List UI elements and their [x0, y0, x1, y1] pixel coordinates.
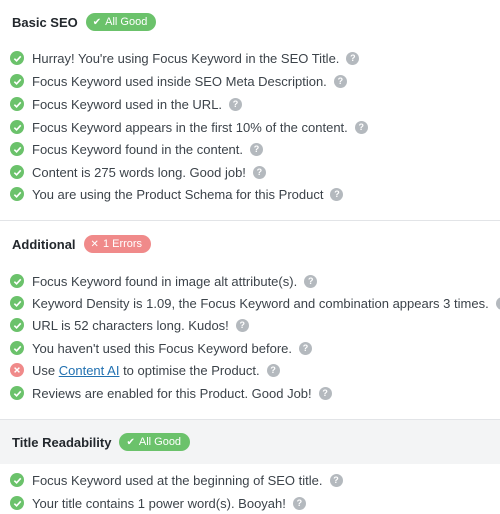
item-text: Focus Keyword found in image alt attribu… — [32, 273, 298, 289]
list-item: Focus Keyword used inside SEO Meta Descr… — [0, 70, 500, 92]
check-circle-icon — [10, 274, 24, 288]
check-icon: ✔ — [92, 16, 102, 28]
section-title: Additional — [12, 236, 76, 252]
question-mark-icon[interactable]: ? — [354, 120, 368, 134]
section-title: Title Readability — [12, 434, 112, 450]
badge-label: 1 Errors — [102, 238, 143, 250]
item-text: You are using the Product Schema for thi… — [32, 186, 324, 202]
badge-label: All Good — [105, 16, 148, 28]
check-circle-icon — [10, 386, 24, 400]
badge-label: All Good — [138, 436, 182, 448]
status-badge: ✕ 1 Errors — [83, 235, 152, 253]
check-circle-icon — [10, 97, 24, 111]
check-circle-icon — [10, 296, 24, 310]
item-text-before: Use — [32, 362, 59, 378]
item-text: Focus Keyword found in the content. — [32, 141, 244, 157]
section-header-additional[interactable]: Additional ✕ 1 Errors — [0, 222, 500, 266]
check-circle-icon — [10, 142, 24, 156]
question-mark-icon[interactable]: ? — [304, 274, 318, 288]
content-ai-link[interactable]: Content AI — [59, 363, 120, 378]
question-mark-icon[interactable]: ? — [266, 363, 280, 377]
divider — [0, 220, 500, 221]
item-text: Your title contains 1 power word(s). Boo… — [32, 495, 286, 511]
item-text: Reviews are enabled for this Product. Go… — [32, 385, 312, 401]
check-circle-icon — [10, 120, 24, 134]
question-mark-icon[interactable]: ? — [318, 386, 332, 400]
list-item: Focus Keyword appears in the first 10% o… — [0, 116, 500, 138]
status-badge: ✔ All Good — [85, 13, 157, 31]
question-mark-icon[interactable]: ? — [495, 296, 500, 310]
check-circle-icon — [10, 165, 24, 179]
question-mark-icon[interactable]: ? — [229, 97, 243, 111]
list-item: Focus Keyword used at the beginning of S… — [0, 469, 500, 491]
item-text: Focus Keyword used inside SEO Meta Descr… — [32, 73, 327, 89]
list-item: Content is 275 words long. Good job! ? — [0, 161, 500, 183]
list-item: Focus Keyword found in the content. ? — [0, 138, 500, 160]
check-circle-icon — [10, 187, 24, 201]
item-text: Focus Keyword appears in the first 10% o… — [32, 119, 348, 135]
item-text: Keyword Density is 1.09, the Focus Keywo… — [32, 295, 489, 311]
list-item: Your title contains 1 power word(s). Boo… — [0, 492, 500, 514]
item-text: You haven't used this Focus Keyword befo… — [32, 340, 292, 356]
check-circle-icon — [10, 473, 24, 487]
check-circle-icon — [10, 74, 24, 88]
x-circle-icon — [10, 363, 24, 377]
list-item: Hurray! You're using Focus Keyword in th… — [0, 47, 500, 69]
question-mark-icon[interactable]: ? — [252, 165, 266, 179]
question-mark-icon[interactable]: ? — [333, 74, 347, 88]
item-text: URL is 52 characters long. Kudos! — [32, 317, 229, 333]
list-item: Reviews are enabled for this Product. Go… — [0, 382, 500, 404]
item-text: Focus Keyword used at the beginning of S… — [32, 472, 323, 488]
item-text: Focus Keyword used in the URL. — [32, 96, 223, 112]
list-item: URL is 52 characters long. Kudos! ? — [0, 314, 500, 336]
list-item: You are using the Product Schema for thi… — [0, 183, 500, 205]
list-item: Keyword Density is 1.09, the Focus Keywo… — [0, 292, 500, 314]
question-mark-icon[interactable]: ? — [235, 318, 249, 332]
list-item: Focus Keyword used in the URL. ? — [0, 93, 500, 115]
question-mark-icon[interactable]: ? — [292, 496, 306, 510]
list-item: You haven't used this Focus Keyword befo… — [0, 337, 500, 359]
check-circle-icon — [10, 496, 24, 510]
item-text: Hurray! You're using Focus Keyword in th… — [32, 50, 340, 66]
item-text: Use Content AI to optimise the Product. — [32, 363, 260, 378]
section-header-title-readability[interactable]: Title Readability ✔ All Good — [0, 420, 500, 464]
item-text-after: to optimise the Product. — [119, 362, 260, 378]
close-icon: ✕ — [90, 238, 99, 250]
question-mark-icon[interactable]: ? — [329, 473, 343, 487]
section-header-basic-seo[interactable]: Basic SEO ✔ All Good — [0, 0, 500, 44]
question-mark-icon[interactable]: ? — [299, 341, 312, 355]
list-item: Use Content AI to optimise the Product. … — [0, 359, 500, 381]
question-mark-icon[interactable]: ? — [250, 142, 264, 156]
section-title: Basic SEO — [12, 14, 78, 30]
question-mark-icon[interactable]: ? — [346, 51, 360, 65]
status-badge: ✔ All Good — [119, 433, 191, 451]
seo-analysis-panel: Basic SEO ✔ All Good Hurray! You're usin… — [0, 0, 500, 511]
list-item: Focus Keyword found in image alt attribu… — [0, 270, 500, 292]
item-text: Content is 275 words long. Good job! — [32, 164, 246, 180]
check-circle-icon — [10, 51, 24, 65]
question-mark-icon[interactable]: ? — [330, 187, 344, 201]
check-circle-icon — [10, 341, 24, 355]
check-circle-icon — [10, 318, 24, 332]
check-icon: ✔ — [126, 436, 135, 448]
